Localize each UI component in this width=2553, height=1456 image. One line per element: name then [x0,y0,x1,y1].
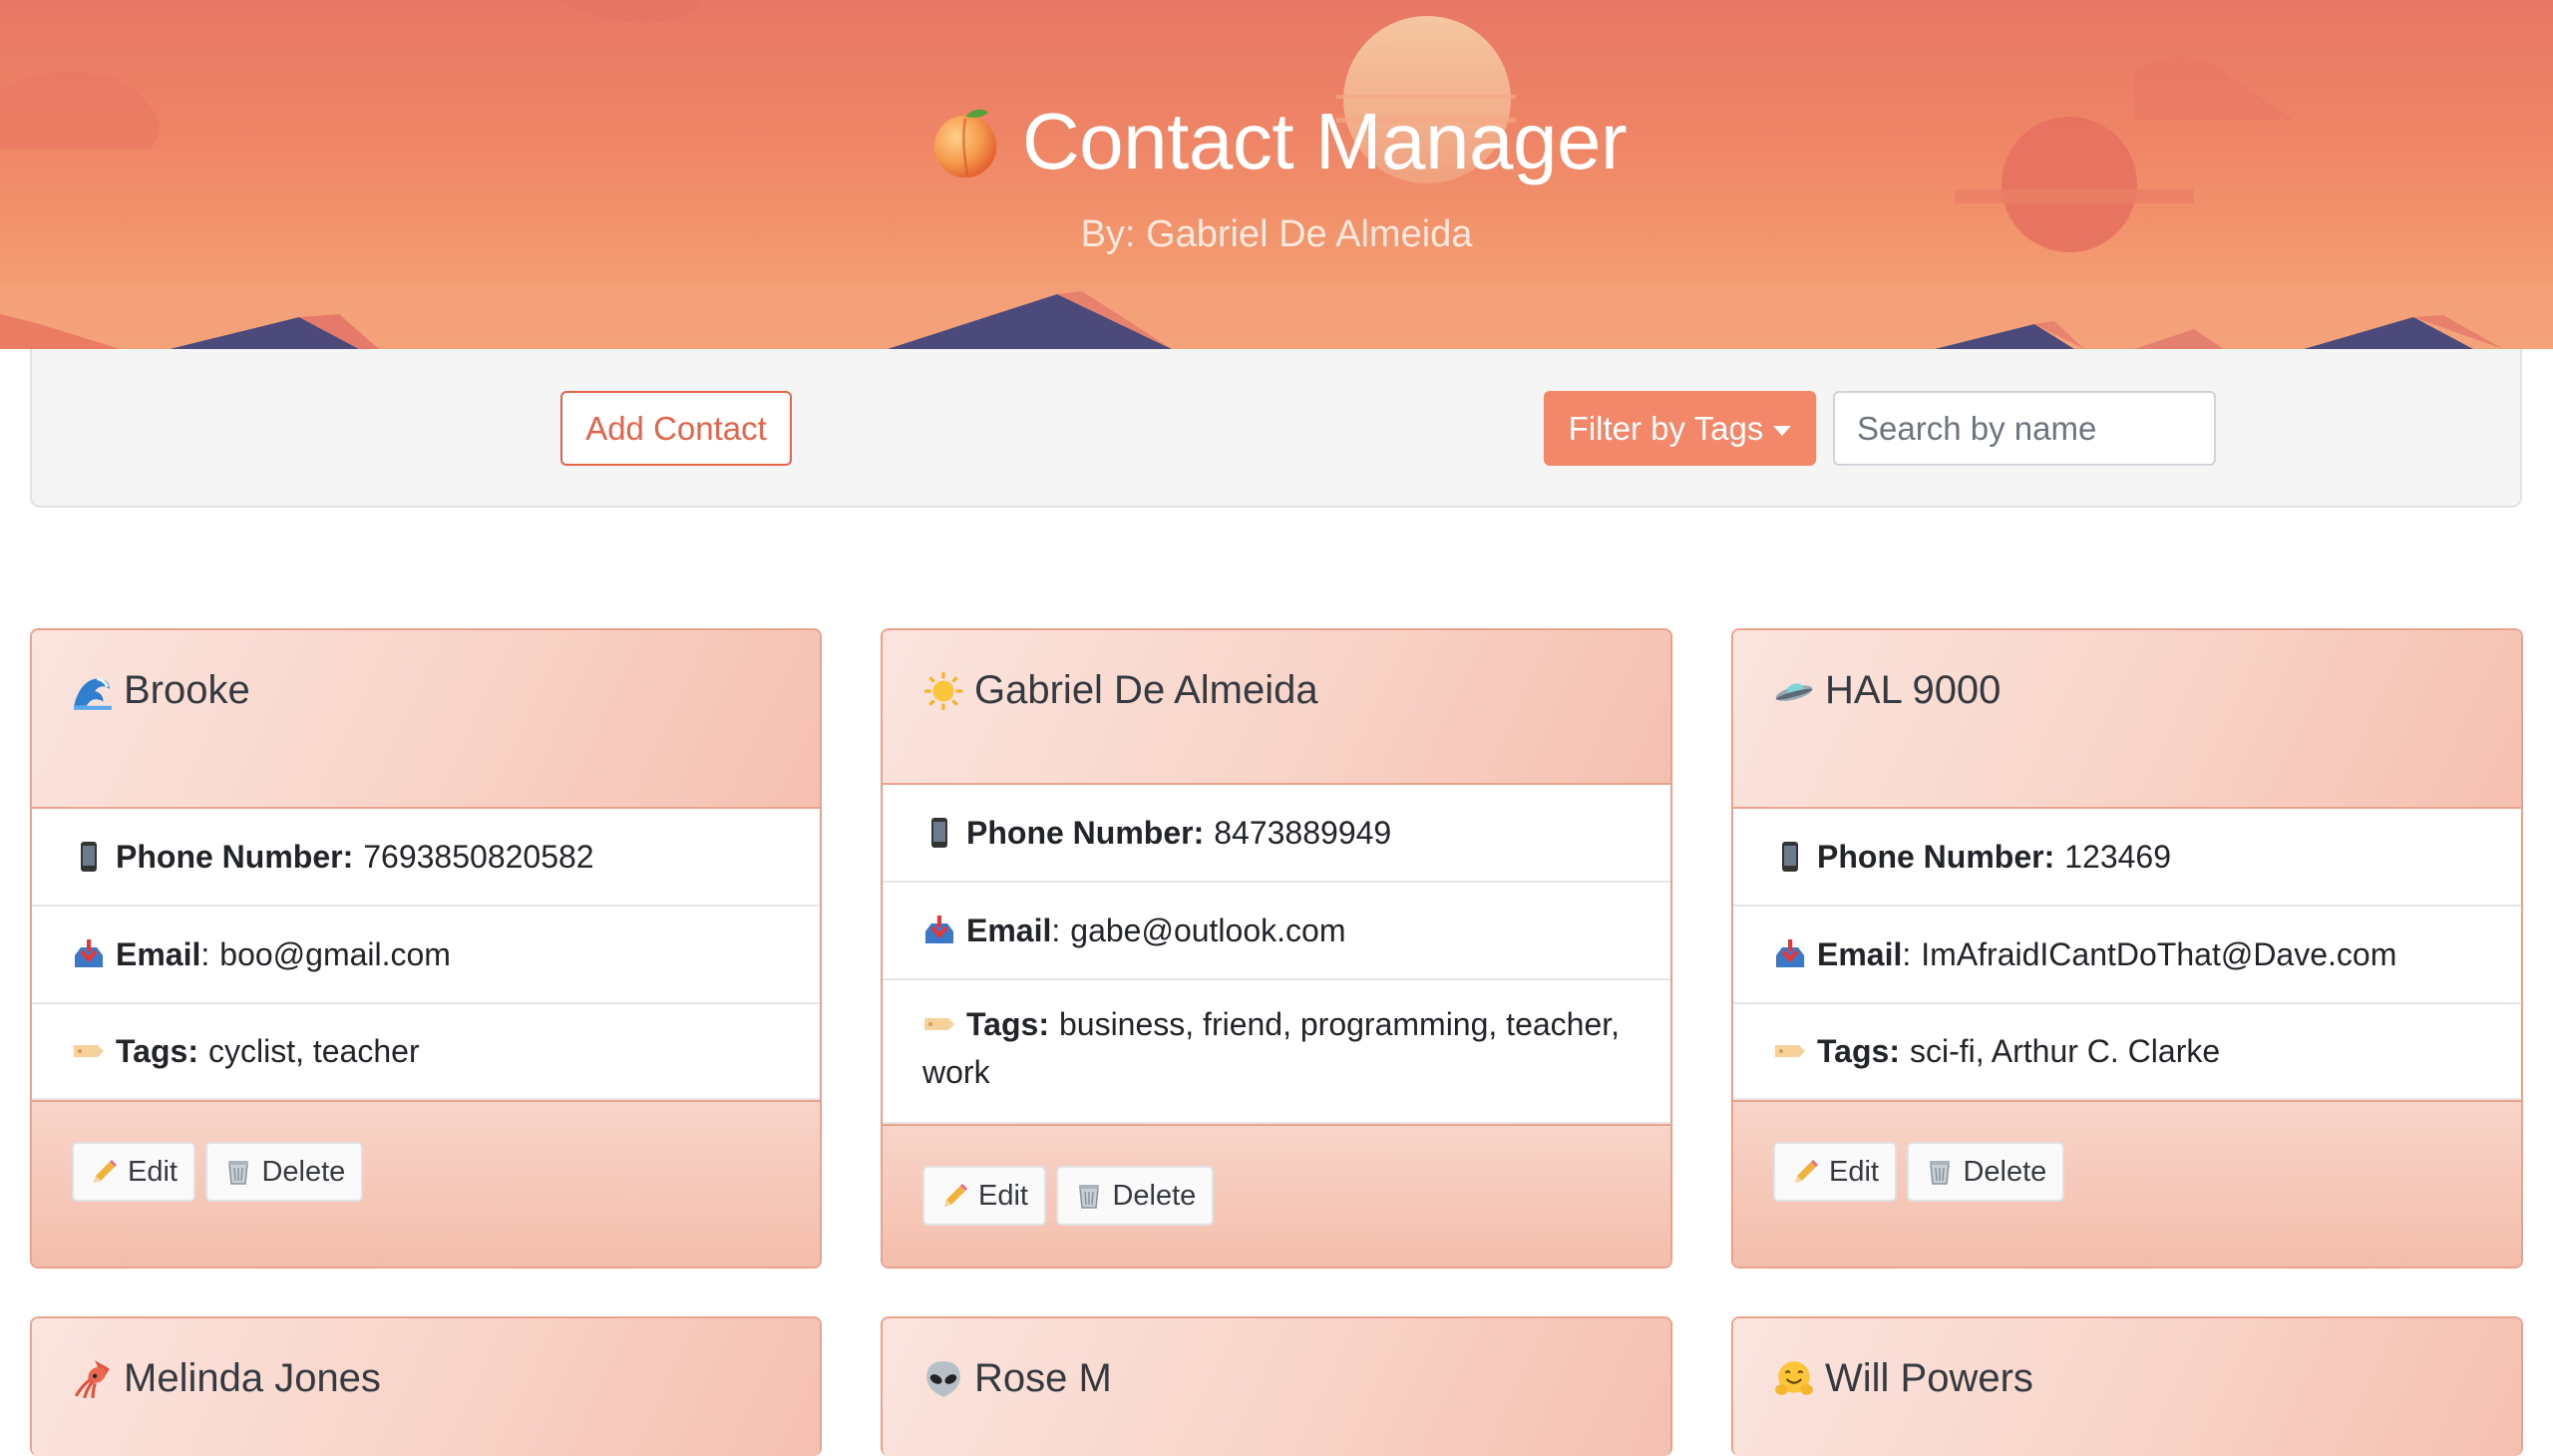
sun-icon [924,671,962,710]
mobile-phone-icon [1782,842,1798,872]
edit-button[interactable]: Edit [922,1166,1046,1226]
contact-card: Brooke Phone Number: 7693850820582 Email… [30,628,822,1269]
email-label: Email [1817,936,1903,972]
delete-label: Delete [1963,1155,2047,1188]
contact-name: Brooke [124,668,250,712]
tags-row: Tags: sci-fi, Arthur C. Clarke [1733,1004,2521,1100]
add-contact-button[interactable]: Add Contact [560,391,792,466]
filter-label: Filter by Tags [1568,409,1764,447]
phone-value: 7693850820582 [363,839,594,875]
email-row: Email: gabe@outlook.com [883,883,1670,980]
delete-label: Delete [1112,1179,1197,1212]
edit-label: Edit [128,1155,178,1188]
peach-icon [933,109,997,179]
wastebasket-icon [1930,1161,1951,1185]
contact-name: HAL 9000 [1825,668,2002,712]
contact-name: Rose M [974,1356,1112,1400]
caret-down-icon [1773,425,1792,436]
page-title: Contact Manager [0,96,2553,187]
email-label: Email [966,912,1052,948]
edit-label: Edit [978,1179,1028,1212]
toolbar: Add Contact Filter by Tags [30,349,2522,508]
contact-card: HAL 9000 Phone Number: 123469 Email: ImA… [1731,628,2523,1269]
edit-button[interactable]: Edit [72,1142,195,1202]
pencil-icon [1795,1160,1818,1183]
phone-value: 123469 [2064,839,2172,875]
contact-card: Rose M [881,1316,1672,1456]
phone-label: Phone Number: [966,815,1205,851]
contact-name: Gabriel De Almeida [974,668,1318,712]
email-label: Email [116,936,201,972]
email-value: gabe@outlook.com [1070,912,1346,948]
contact-card: Gabriel De Almeida Phone Number: 8473889… [881,628,1672,1269]
tags-value: business, friend, programming, teacher, [1058,1006,1621,1042]
search-input[interactable] [1833,391,2216,466]
mobile-phone-icon [931,818,947,848]
wastebasket-icon [228,1161,249,1185]
mobile-phone-icon [81,842,97,872]
delete-button[interactable]: Delete [1056,1166,1215,1226]
wastebasket-icon [1079,1185,1100,1209]
tags-label: Tags: [116,1033,198,1069]
delete-button[interactable]: Delete [1907,1142,2065,1202]
card-header: Brooke [32,630,820,809]
phone-value: 8473889949 [1214,815,1392,851]
tags-row: Tags: business, friend, programming, teac… [883,980,1670,1124]
card-header: Will Powers [1733,1318,2521,1456]
inbox-tray-icon [1776,939,1804,967]
wave-icon [74,676,112,710]
tags-value: cyclist, teacher [207,1033,420,1069]
tags-label: Tags: [966,1006,1049,1042]
card-footer: Edit Delete [32,1100,820,1267]
title-text: Contact Manager [1021,97,1628,185]
flying-saucer-icon [1775,682,1813,701]
card-footer: Edit Delete [883,1124,1670,1267]
card-header: Gabriel De Almeida [883,630,1670,785]
edit-button[interactable]: Edit [1773,1142,1897,1202]
contact-card: Melinda Jones [30,1316,822,1456]
tags-value: sci-fi, Arthur C. Clarke [1909,1033,2221,1069]
tags-label: Tags: [1817,1033,1900,1069]
edit-label: Edit [1829,1155,1879,1188]
pencil-icon [94,1160,117,1183]
phone-row: Phone Number: 123469 [1733,809,2521,907]
phone-label: Phone Number: [1817,839,2055,875]
pencil-icon [944,1184,967,1207]
email-row: Email: boo@gmail.com [32,907,820,1004]
inbox-tray-icon [75,939,103,967]
email-row: Email: ImAfraidICantDoThat@Dave.com [1733,907,2521,1004]
contact-card: Will Powers [1731,1316,2523,1456]
phone-row: Phone Number: 7693850820582 [32,809,820,907]
email-value: boo@gmail.com [219,936,451,972]
squid-icon [74,1359,110,1398]
email-value: ImAfraidICantDoThat@Dave.com [1921,936,2397,972]
card-header: Melinda Jones [32,1318,820,1456]
card-header: Rose M [883,1318,1670,1456]
card-header: HAL 9000 [1733,630,2521,809]
phone-label: Phone Number: [116,839,354,875]
contact-name: Melinda Jones [124,1356,381,1400]
filter-by-tags-dropdown[interactable]: Filter by Tags [1544,391,1816,466]
card-footer: Edit Delete [1733,1100,2521,1267]
tags-value-cont: work [922,1054,990,1090]
tags-row: Tags: cyclist, teacher [32,1004,820,1100]
contact-name: Will Powers [1825,1356,2033,1400]
alien-icon [926,1360,960,1397]
phone-row: Phone Number: 8473889949 [883,785,1670,883]
page-subtitle: By: Gabriel De Almeida [1080,213,1473,255]
label-tag-icon [1775,1045,1805,1057]
hugging-face-icon [1775,1360,1813,1395]
delete-button[interactable]: Delete [205,1142,364,1202]
inbox-tray-icon [925,915,953,943]
delete-label: Delete [261,1155,346,1188]
label-tag-icon [74,1045,104,1057]
header-banner: Contact Manager By: Gabriel De Almeida [0,0,2553,349]
